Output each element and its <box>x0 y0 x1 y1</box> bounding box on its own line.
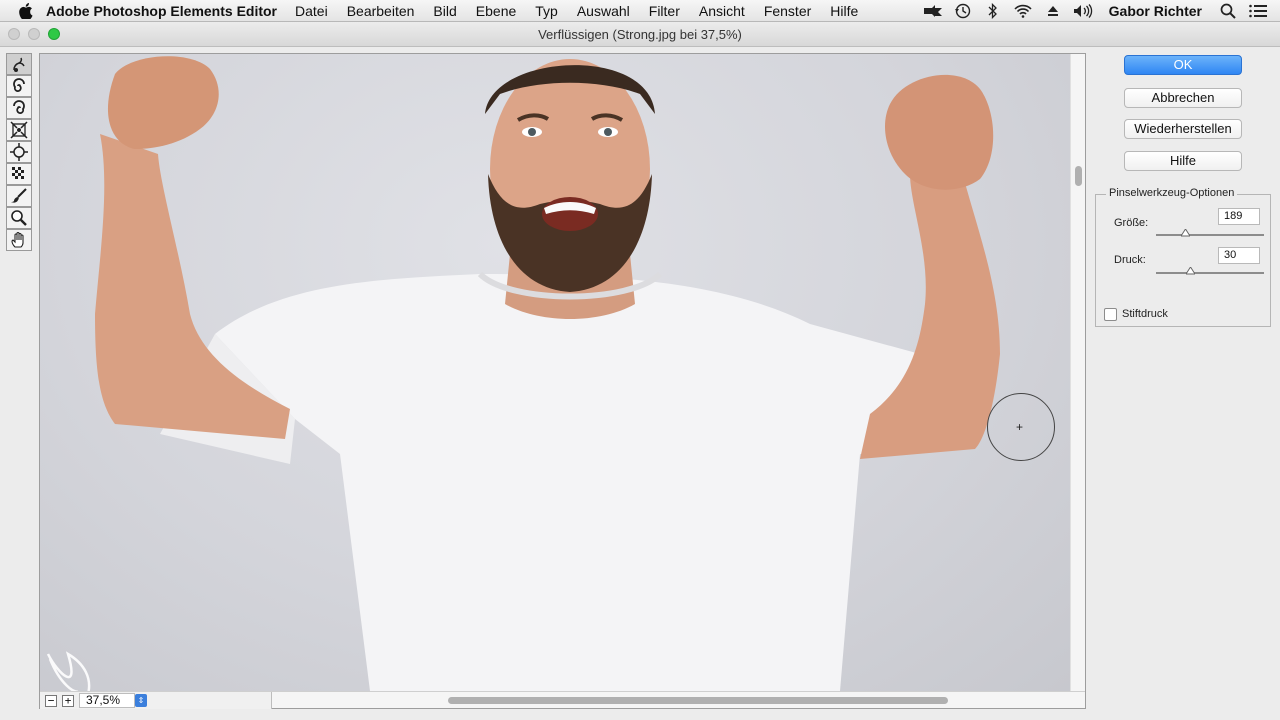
preview-frame: + − + 37,5% ⇕ <box>39 53 1086 709</box>
shift-pixels-icon <box>12 167 24 179</box>
horizontal-scroll-thumb[interactable] <box>448 697 948 704</box>
liquify-dialog-window: Verflüssigen (Strong.jpg bei 37,5%) + − … <box>0 22 1280 720</box>
window-title: Verflüssigen (Strong.jpg bei 37,5%) <box>538 27 742 42</box>
eject-icon[interactable] <box>1043 3 1063 19</box>
notification-center-icon[interactable] <box>1248 3 1268 19</box>
pressure-slider-thumb[interactable] <box>1186 267 1195 275</box>
ok-button[interactable]: OK <box>1124 55 1242 75</box>
minimize-window-button[interactable] <box>28 28 40 40</box>
hand-icon <box>11 231 24 248</box>
menu-auswahl[interactable]: Auswahl <box>577 3 630 19</box>
time-machine-icon[interactable] <box>953 3 973 19</box>
menu-bar: Adobe Photoshop Elements Editor Datei Be… <box>0 0 1280 22</box>
menu-ebene[interactable]: Ebene <box>476 3 516 19</box>
volume-icon[interactable] <box>1073 3 1093 19</box>
bloat-tool-button[interactable] <box>6 141 32 163</box>
shift-pixels-tool-button[interactable] <box>6 163 32 185</box>
spotlight-search-icon[interactable] <box>1218 3 1238 19</box>
menu-bearbeiten[interactable]: Bearbeiten <box>347 3 415 19</box>
bloat-icon <box>10 143 28 161</box>
menu-ansicht[interactable]: Ansicht <box>699 3 745 19</box>
size-slider[interactable] <box>1156 229 1264 237</box>
twirl-clockwise-tool-button[interactable] <box>6 75 32 97</box>
pressure-label: Druck: <box>1114 254 1146 266</box>
twirl-counterclockwise-tool-button[interactable] <box>6 97 32 119</box>
zoom-out-button[interactable]: − <box>45 694 57 707</box>
hand-tool-button[interactable] <box>6 229 32 251</box>
size-slider-thumb[interactable] <box>1181 229 1190 237</box>
pressure-input[interactable]: 30 <box>1218 247 1260 264</box>
twirl-counterclockwise-icon <box>13 100 25 114</box>
zoom-tool-button[interactable] <box>6 207 32 229</box>
vertical-scroll-thumb[interactable] <box>1075 166 1082 186</box>
menu-hilfe[interactable]: Hilfe <box>830 3 858 19</box>
size-input[interactable]: 189 <box>1218 208 1260 225</box>
user-name[interactable]: Gabor Richter <box>1109 3 1202 19</box>
menu-fenster[interactable]: Fenster <box>764 3 811 19</box>
size-label: Größe: <box>1114 217 1149 229</box>
pen-pressure-label: Stiftdruck <box>1122 308 1168 320</box>
reconstruct-tool-button[interactable] <box>6 185 32 207</box>
restore-button[interactable]: Wiederherstellen <box>1124 119 1242 139</box>
image-preview-canvas[interactable]: + <box>40 54 1070 691</box>
warp-tool-button[interactable] <box>6 53 32 75</box>
apple-menu-icon[interactable] <box>16 0 36 22</box>
liquify-toolbox <box>6 53 33 251</box>
zoom-level-field[interactable]: 37,5% <box>79 693 135 708</box>
zoom-window-button[interactable] <box>48 28 60 40</box>
cancel-button[interactable]: Abbrechen <box>1124 88 1242 108</box>
pen-pressure-checkbox[interactable] <box>1104 308 1117 321</box>
zoom-in-button[interactable]: + <box>62 694 74 707</box>
zoom-stepper-icon[interactable]: ⇕ <box>135 694 147 707</box>
help-button[interactable]: Hilfe <box>1124 151 1242 171</box>
menu-typ[interactable]: Typ <box>535 3 558 19</box>
brush-cursor-circle: + <box>987 393 1055 461</box>
brush-options-legend: Pinselwerkzeug-Optionen <box>1106 187 1238 199</box>
menu-filter[interactable]: Filter <box>649 3 680 19</box>
twirl-clockwise-icon <box>13 78 25 92</box>
zoom-control: − + 37,5% ⇕ <box>40 692 272 709</box>
wifi-icon[interactable] <box>1013 3 1033 19</box>
pucker-icon <box>10 121 28 139</box>
reconstruct-brush-icon <box>11 188 27 203</box>
menu-datei[interactable]: Datei <box>295 3 328 19</box>
close-window-button[interactable] <box>8 28 20 40</box>
pressure-slider[interactable] <box>1156 267 1264 275</box>
bluetooth-icon[interactable] <box>983 3 1003 19</box>
pucker-tool-button[interactable] <box>6 119 32 141</box>
crosshair-icon: + <box>1016 420 1024 434</box>
app-name-menu[interactable]: Adobe Photoshop Elements Editor <box>46 3 277 19</box>
menu-bild[interactable]: Bild <box>433 3 456 19</box>
warp-finger-icon <box>13 57 25 72</box>
vertical-scrollbar[interactable] <box>1070 54 1085 691</box>
airplay-arrow-icon[interactable] <box>923 3 943 19</box>
horizontal-scrollbar[interactable]: − + 37,5% ⇕ <box>40 691 1085 709</box>
brush-options-group: Pinselwerkzeug-Optionen Größe: 189 Druck… <box>1095 187 1271 327</box>
window-titlebar: Verflüssigen (Strong.jpg bei 37,5%) <box>0 22 1280 47</box>
photo-strong-man <box>46 56 1000 691</box>
magnifier-icon <box>11 210 27 226</box>
